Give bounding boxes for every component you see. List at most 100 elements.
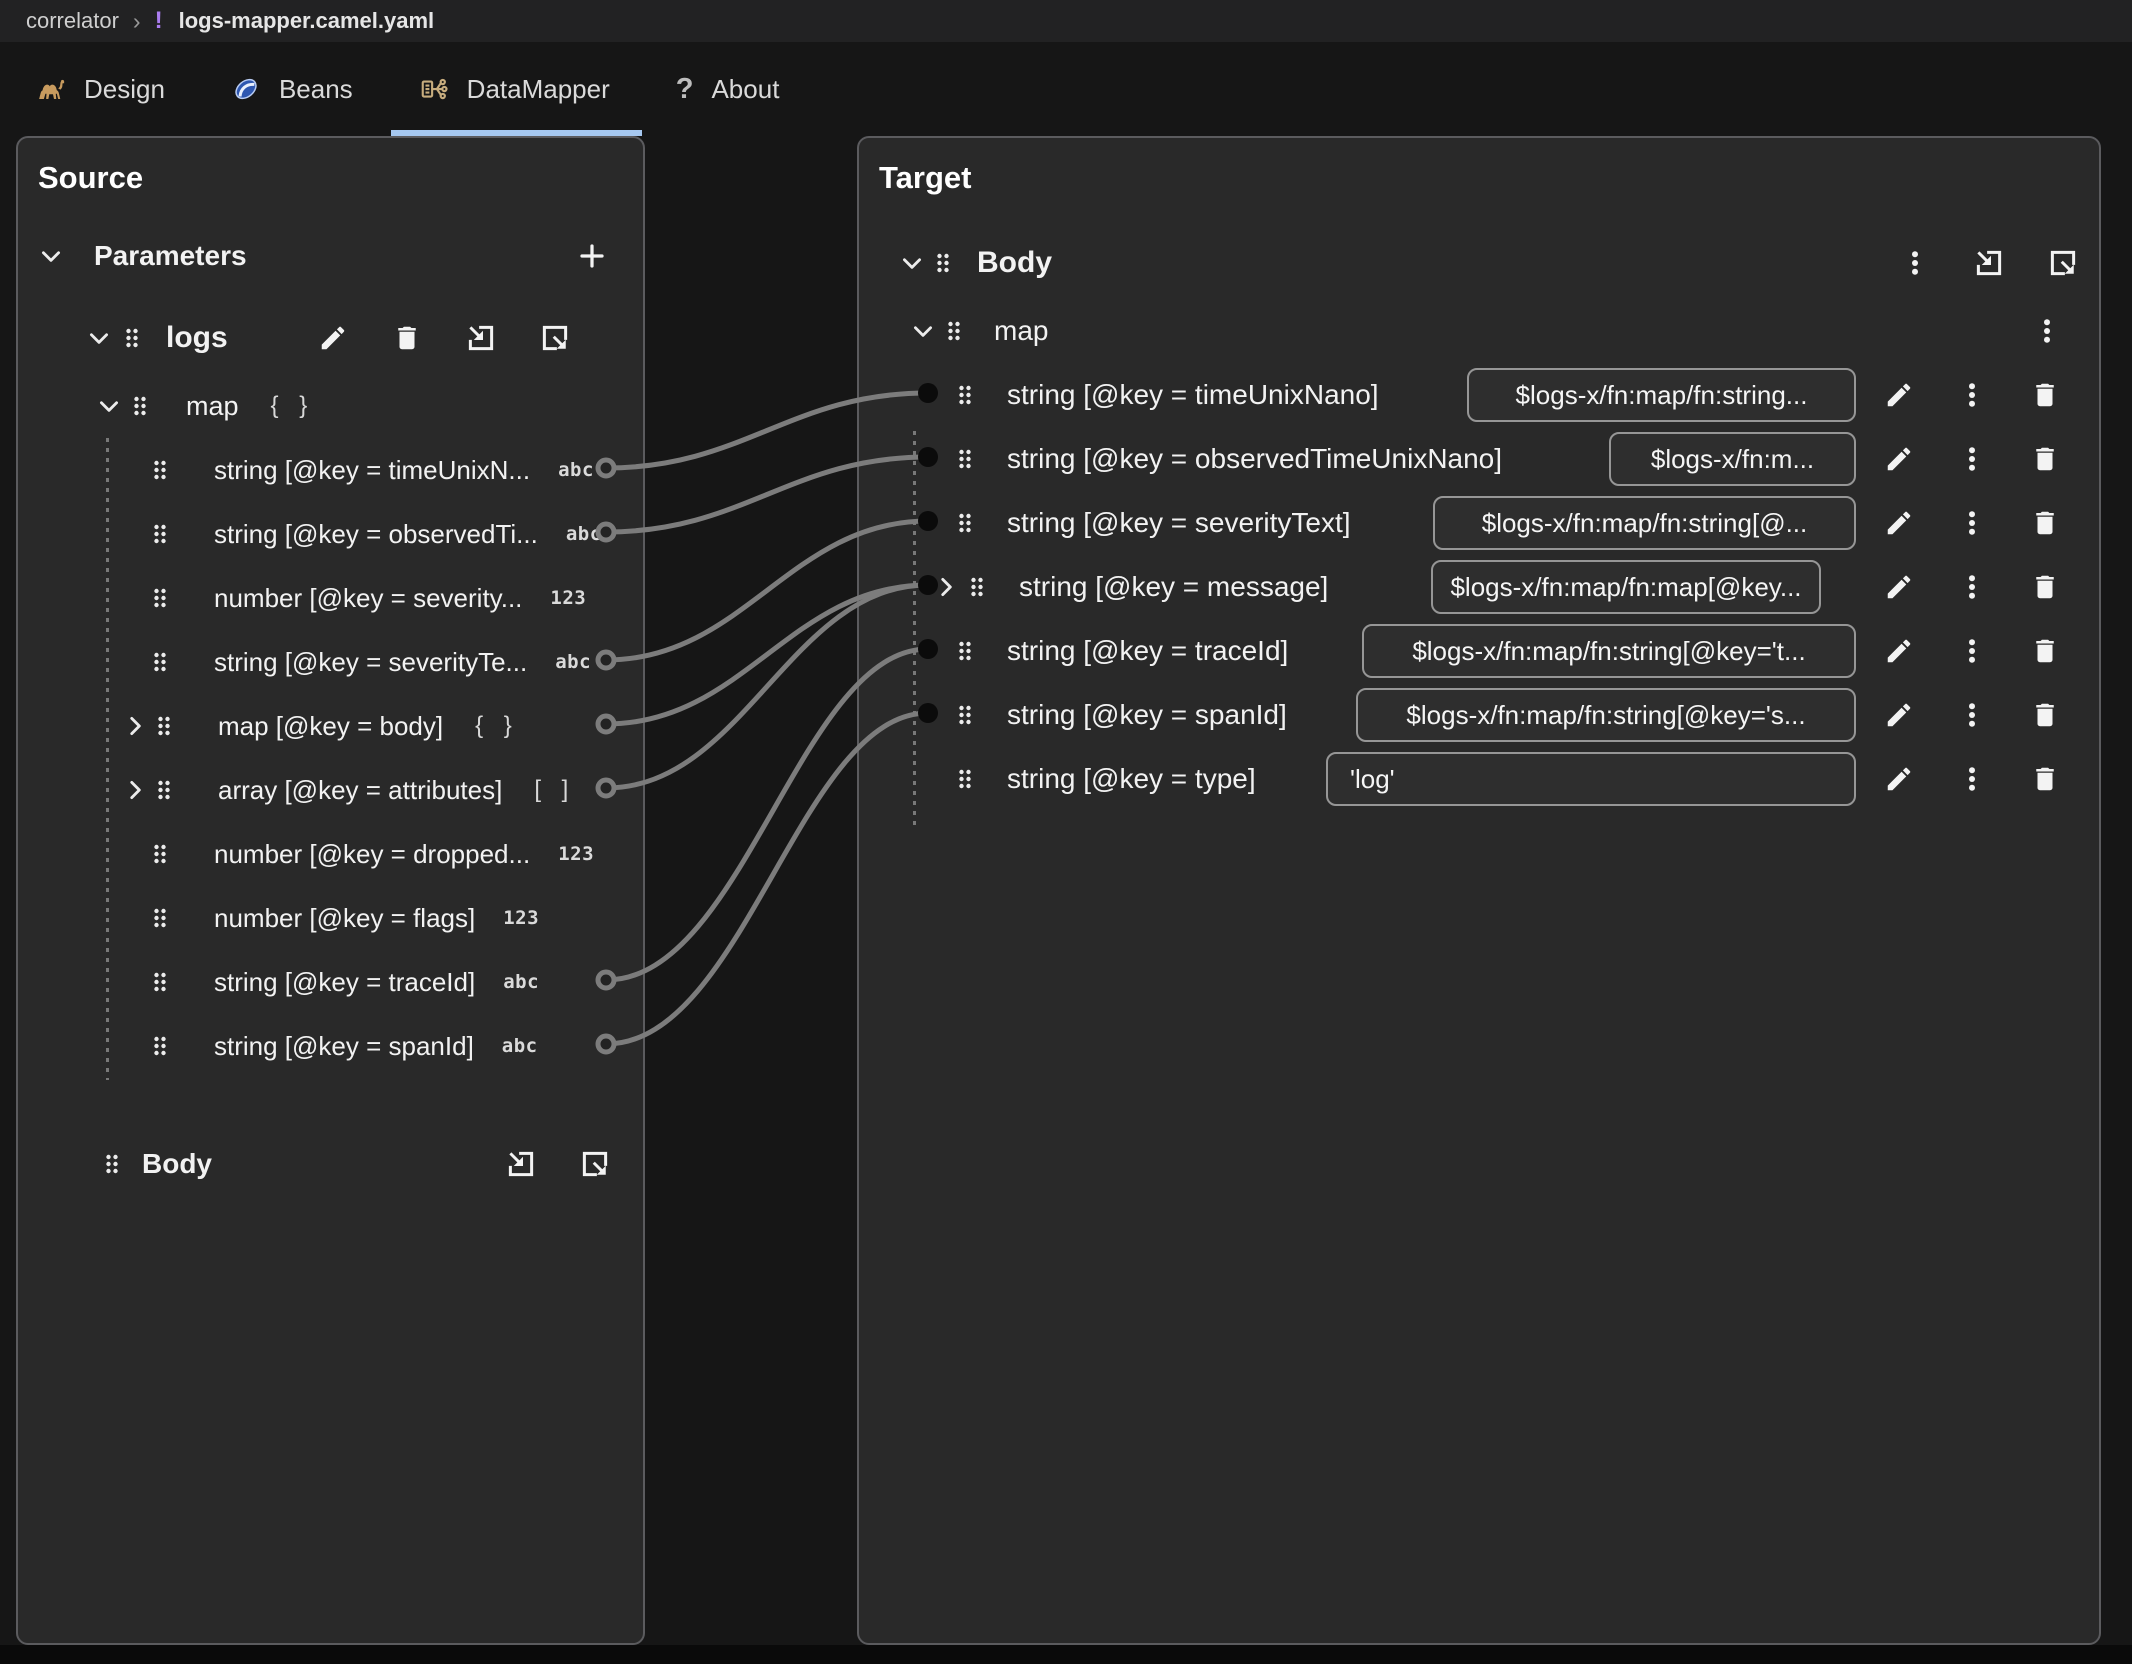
drag-handle-icon[interactable] <box>150 521 170 547</box>
parameter-row-logs[interactable]: logs <box>18 306 641 370</box>
pencil-icon[interactable] <box>1884 764 1914 794</box>
tab-about[interactable]: ? About <box>676 42 780 136</box>
expression-input[interactable]: $logs-x/fn:map/fn:string... <box>1467 368 1856 422</box>
tab-design[interactable]: Design <box>36 42 165 136</box>
source-node-row[interactable]: number [@key = severity... 123 <box>18 566 641 630</box>
chevron-right-icon[interactable] <box>122 777 148 803</box>
source-node-row[interactable]: string [@key = timeUnixN... abc <box>18 438 641 502</box>
target-node-row[interactable]: string [@key = severityText] $logs-x/fn:… <box>859 491 2097 555</box>
kebab-menu-icon[interactable] <box>1957 380 1987 410</box>
pencil-icon[interactable] <box>1884 508 1914 538</box>
import-document-icon[interactable] <box>466 323 496 353</box>
source-node-row[interactable]: number [@key = dropped... 123 <box>18 822 641 886</box>
drag-handle-icon[interactable] <box>150 841 170 867</box>
drag-handle-icon[interactable] <box>154 713 174 739</box>
pencil-icon[interactable] <box>1884 572 1914 602</box>
pencil-icon[interactable] <box>318 323 348 353</box>
drag-handle-icon[interactable] <box>955 510 975 536</box>
drag-handle-icon[interactable] <box>150 649 170 675</box>
drag-handle-icon[interactable] <box>933 250 953 276</box>
pencil-icon[interactable] <box>1884 636 1914 666</box>
target-node-row[interactable]: string [@key = traceId] $logs-x/fn:map/f… <box>859 619 2097 683</box>
chevron-down-icon[interactable] <box>899 250 925 276</box>
add-parameter-button[interactable] <box>577 241 607 271</box>
chevron-down-icon[interactable] <box>38 243 64 269</box>
drag-handle-icon[interactable] <box>150 457 170 483</box>
expression-input[interactable]: $logs-x/fn:map/fn:map[@key... <box>1431 560 1821 614</box>
import-document-icon[interactable] <box>506 1149 536 1179</box>
source-node-row[interactable]: map [@key = body] { } <box>18 694 641 758</box>
source-node-row[interactable]: array [@key = attributes] [ ] <box>18 758 641 822</box>
kebab-menu-icon[interactable] <box>1957 764 1987 794</box>
kebab-menu-icon[interactable] <box>1957 444 1987 474</box>
expression-input[interactable]: $logs-x/fn:map/fn:string[@key='s... <box>1356 688 1856 742</box>
export-document-icon[interactable] <box>2048 248 2078 278</box>
trash-icon[interactable] <box>392 323 422 353</box>
drag-handle-icon[interactable] <box>955 766 975 792</box>
export-document-icon[interactable] <box>540 323 570 353</box>
chevron-down-icon[interactable] <box>910 318 936 344</box>
kebab-menu-icon[interactable] <box>1957 700 1987 730</box>
drag-handle-icon[interactable] <box>944 318 964 344</box>
tab-beans[interactable]: Beans <box>231 42 353 136</box>
drag-handle-icon[interactable] <box>955 638 975 664</box>
kebab-menu-icon[interactable] <box>1957 508 1987 538</box>
drag-handle-icon[interactable] <box>150 905 170 931</box>
breadcrumb-project[interactable]: correlator <box>26 8 119 34</box>
target-node-row[interactable]: string [@key = observedTimeUnixNano] $lo… <box>859 427 2097 491</box>
drag-handle-icon[interactable] <box>150 969 170 995</box>
expression-input[interactable]: $logs-x/fn:map/fn:string[@key='t... <box>1362 624 1856 678</box>
kebab-menu-icon[interactable] <box>1957 572 1987 602</box>
chevron-down-icon[interactable] <box>86 325 112 351</box>
pencil-icon[interactable] <box>1884 380 1914 410</box>
kebab-menu-icon[interactable] <box>1900 248 1930 278</box>
drag-handle-icon[interactable] <box>154 777 174 803</box>
source-node-row[interactable]: number [@key = flags] 123 <box>18 886 641 950</box>
trash-icon[interactable] <box>2030 572 2060 602</box>
drag-handle-icon[interactable] <box>955 382 975 408</box>
drag-handle-icon[interactable] <box>955 702 975 728</box>
drag-handle-icon[interactable] <box>150 585 170 611</box>
pencil-icon[interactable] <box>1884 700 1914 730</box>
drag-handle-icon[interactable] <box>955 446 975 472</box>
drag-handle-icon[interactable] <box>122 325 142 351</box>
chevron-down-icon[interactable] <box>96 393 122 419</box>
target-node-row[interactable]: string [@key = spanId] $logs-x/fn:map/fn… <box>859 683 2097 747</box>
drag-handle-icon[interactable] <box>130 393 150 419</box>
source-node-row-map[interactable]: map { } <box>18 374 641 438</box>
trash-icon[interactable] <box>2030 636 2060 666</box>
drag-handle-icon[interactable] <box>102 1151 122 1177</box>
chevron-right-icon[interactable] <box>933 574 959 600</box>
kebab-menu-icon[interactable] <box>1957 636 1987 666</box>
source-node-row[interactable]: string [@key = observedTi... abc <box>18 502 641 566</box>
target-node-row[interactable]: string [@key = timeUnixNano] $logs-x/fn:… <box>859 363 2097 427</box>
parameters-header[interactable]: Parameters <box>18 224 641 288</box>
trash-icon[interactable] <box>2030 444 2060 474</box>
drag-handle-icon[interactable] <box>150 1033 170 1059</box>
trash-icon[interactable] <box>2030 700 2060 730</box>
source-node-row[interactable]: string [@key = traceId] abc <box>18 950 641 1014</box>
expression-input[interactable]: 'log' <box>1326 752 1856 806</box>
source-node-row[interactable]: string [@key = severityTe... abc <box>18 630 641 694</box>
breadcrumb-file[interactable]: logs-mapper.camel.yaml <box>179 8 435 34</box>
source-body-row[interactable]: Body <box>18 1132 641 1196</box>
source-node-row[interactable]: string [@key = spanId] abc <box>18 1014 641 1078</box>
target-node-row-map[interactable]: map <box>859 299 2097 363</box>
type-badge: abc <box>566 523 602 545</box>
import-document-icon[interactable] <box>1974 248 2004 278</box>
kebab-menu-icon[interactable] <box>2032 316 2062 346</box>
target-node-row[interactable]: string [@key = type] 'log' <box>859 747 2097 811</box>
expression-input[interactable]: $logs-x/fn:map/fn:string[@... <box>1433 496 1856 550</box>
expression-input[interactable]: $logs-x/fn:m... <box>1609 432 1856 486</box>
export-document-icon[interactable] <box>580 1149 610 1179</box>
tab-datamapper[interactable]: DataMapper <box>419 42 610 136</box>
target-node-row[interactable]: string [@key = message] $logs-x/fn:map/f… <box>859 555 2097 619</box>
trash-icon[interactable] <box>2030 764 2060 794</box>
trash-icon[interactable] <box>2030 380 2060 410</box>
pencil-icon[interactable] <box>1884 444 1914 474</box>
trash-icon[interactable] <box>2030 508 2060 538</box>
target-body-row[interactable]: Body <box>859 231 2097 295</box>
drag-handle-icon[interactable] <box>967 574 987 600</box>
bean-icon <box>231 74 261 104</box>
chevron-right-icon[interactable] <box>122 713 148 739</box>
